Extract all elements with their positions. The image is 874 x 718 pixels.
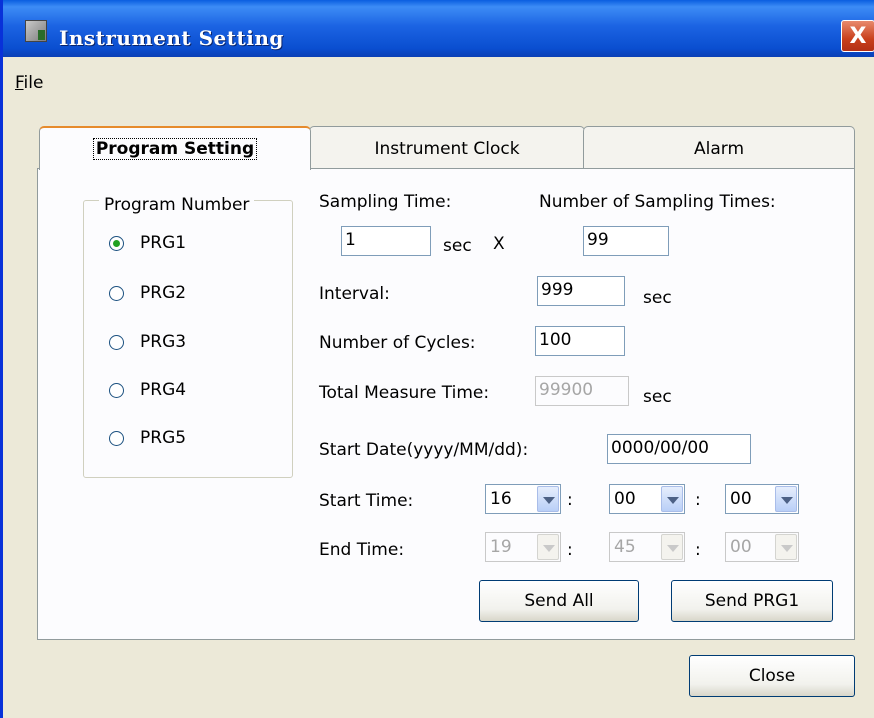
times-symbol: X: [493, 234, 505, 254]
num-sampling-times-input[interactable]: 99: [583, 226, 669, 256]
total-measure-input: 99900: [535, 376, 629, 406]
radio-prg1[interactable]: [109, 236, 124, 251]
radio-prg2[interactable]: [109, 286, 124, 301]
colon-separator: :: [695, 540, 701, 560]
start-hour-select[interactable]: 16: [485, 484, 561, 514]
radio-label-prg2: PRG2: [140, 283, 187, 303]
radio-label-prg1: PRG1: [140, 233, 187, 253]
colon-separator: :: [695, 490, 701, 510]
interval-label: Interval:: [319, 284, 390, 304]
colon-separator: :: [567, 490, 573, 510]
interval-input[interactable]: 999: [537, 276, 625, 306]
total-measure-label: Total Measure Time:: [319, 383, 490, 403]
start-second-select[interactable]: 00: [725, 484, 799, 514]
chevron-down-icon[interactable]: [775, 486, 797, 512]
chevron-down-icon[interactable]: [661, 486, 683, 512]
chevron-down-icon: [537, 534, 559, 560]
radio-prg5[interactable]: [109, 431, 124, 446]
sampling-time-unit: sec: [443, 236, 472, 256]
end-second-select: 00: [725, 532, 799, 562]
sampling-time-input[interactable]: 1: [341, 226, 431, 256]
radio-prg3[interactable]: [109, 335, 124, 350]
chevron-down-icon: [661, 534, 683, 560]
interval-unit: sec: [643, 288, 672, 308]
chevron-down-icon[interactable]: [537, 486, 559, 512]
program-number-label: Program Number: [99, 195, 255, 215]
radio-label-prg5: PRG5: [140, 428, 187, 448]
start-date-label: Start Date(yyyy/MM/dd):: [319, 440, 529, 460]
radio-label-prg4: PRG4: [140, 380, 187, 400]
colon-separator: :: [567, 540, 573, 560]
sampling-time-label: Sampling Time:: [319, 192, 452, 212]
send-prg-button[interactable]: Send PRG1: [671, 580, 833, 622]
instrument-setting-window: Instrument Setting X File Program Settin…: [0, 0, 874, 718]
end-minute-select: 45: [609, 532, 685, 562]
end-hour-select: 19: [485, 532, 561, 562]
num-sampling-times-label: Number of Sampling Times:: [539, 192, 776, 212]
cycles-label: Number of Cycles:: [319, 333, 476, 353]
radio-label-prg3: PRG3: [140, 332, 187, 352]
total-measure-unit: sec: [643, 387, 672, 407]
close-button[interactable]: Close: [689, 655, 855, 697]
start-time-label: Start Time:: [319, 491, 414, 511]
send-all-button[interactable]: Send All: [479, 580, 639, 622]
chevron-down-icon: [775, 534, 797, 560]
start-date-input[interactable]: 0000/00/00: [607, 434, 751, 464]
cycles-input[interactable]: 100: [535, 326, 625, 356]
end-time-label: End Time:: [319, 540, 405, 560]
radio-prg4[interactable]: [109, 383, 124, 398]
start-minute-select[interactable]: 00: [609, 484, 685, 514]
